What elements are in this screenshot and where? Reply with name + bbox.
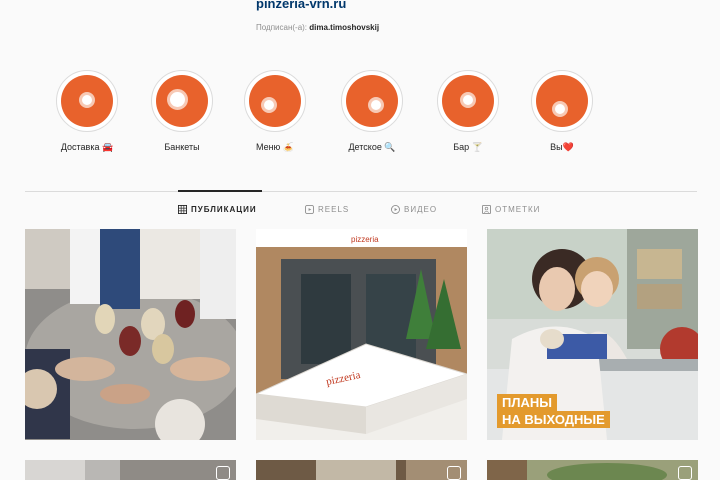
post-image: pizzeria pizzeria (256, 229, 467, 440)
post-thumbnail-toast[interactable] (25, 229, 236, 440)
tagged-icon (482, 205, 491, 214)
tab-label: REELS (318, 205, 350, 214)
post-caption-line: ПЛАНЫ (497, 394, 557, 411)
reel-icon (216, 466, 230, 480)
reel-icon (678, 466, 692, 480)
grid-icon (178, 205, 187, 214)
followed-by-user-link[interactable]: dima.timoshovskij (309, 23, 379, 32)
post-caption-line: НА ВЫХОДНЫЕ (497, 411, 610, 428)
svg-text:pizzeria: pizzeria (351, 235, 379, 244)
tab-posts[interactable]: ПУБЛИКАЦИИ (178, 205, 257, 214)
website-link[interactable]: pinzeria-vrn.ru (256, 0, 346, 11)
post-image (25, 460, 236, 480)
reel-icon (447, 466, 461, 480)
reels-icon (305, 205, 314, 214)
highlight-label: Меню 🍝 (255, 142, 295, 152)
post-image (256, 460, 467, 480)
tab-label: ПУБЛИКАЦИИ (191, 205, 257, 214)
highlight-label: Бар 🍸 (453, 142, 483, 152)
video-icon (391, 205, 400, 214)
highlight-cover-icon (536, 75, 588, 127)
highlight-label: Детское 🔍 (348, 142, 396, 152)
post-thumbnail-pizza-box[interactable]: pizzeria pizzeria (256, 229, 467, 440)
tab-label: ОТМЕТКИ (495, 205, 541, 214)
highlight-cover-icon (156, 75, 208, 127)
tab-label: ВИДЕО (404, 205, 438, 214)
story-highlights: Доставка 🚘 Банкеты Меню 🍝 Детское 🔍 Бар … (0, 70, 720, 160)
highlight-menu[interactable]: Меню 🍝 (230, 70, 320, 153)
followed-by-text: Подписан(-а): dima.timoshovskij (256, 23, 379, 32)
highlight-label: Доставка 🚘 (60, 142, 114, 152)
tab-tagged[interactable]: ОТМЕТКИ (482, 205, 540, 214)
highlight-label: Банкеты (164, 142, 200, 152)
highlight-banquets[interactable]: Банкеты (137, 70, 227, 152)
highlight-cover-icon (442, 75, 494, 127)
tabs-divider (25, 191, 697, 192)
post-thumbnail[interactable] (256, 460, 467, 480)
active-tab-indicator (178, 190, 262, 192)
highlight-kids[interactable]: Детское 🔍 (327, 70, 417, 153)
post-thumbnail-weekend-plans[interactable]: ПЛАНЫ НА ВЫХОДНЫЕ (487, 229, 698, 440)
followed-by-prefix: Подписан(-а): (256, 23, 308, 32)
tab-video[interactable]: ВИДЕО (391, 205, 437, 214)
post-image (487, 460, 698, 480)
highlight-you[interactable]: Вы❤️ (517, 70, 607, 153)
highlight-delivery[interactable]: Доставка 🚘 (42, 70, 132, 153)
post-thumbnail[interactable] (487, 460, 698, 480)
post-image (25, 229, 236, 440)
post-thumbnail[interactable] (25, 460, 236, 480)
highlight-bar[interactable]: Бар 🍸 (423, 70, 513, 153)
highlight-label: Вы❤️ (550, 142, 574, 152)
highlight-cover-icon (249, 75, 301, 127)
highlight-cover-icon (61, 75, 113, 127)
highlight-cover-icon (346, 75, 398, 127)
tab-reels[interactable]: REELS (305, 205, 349, 214)
